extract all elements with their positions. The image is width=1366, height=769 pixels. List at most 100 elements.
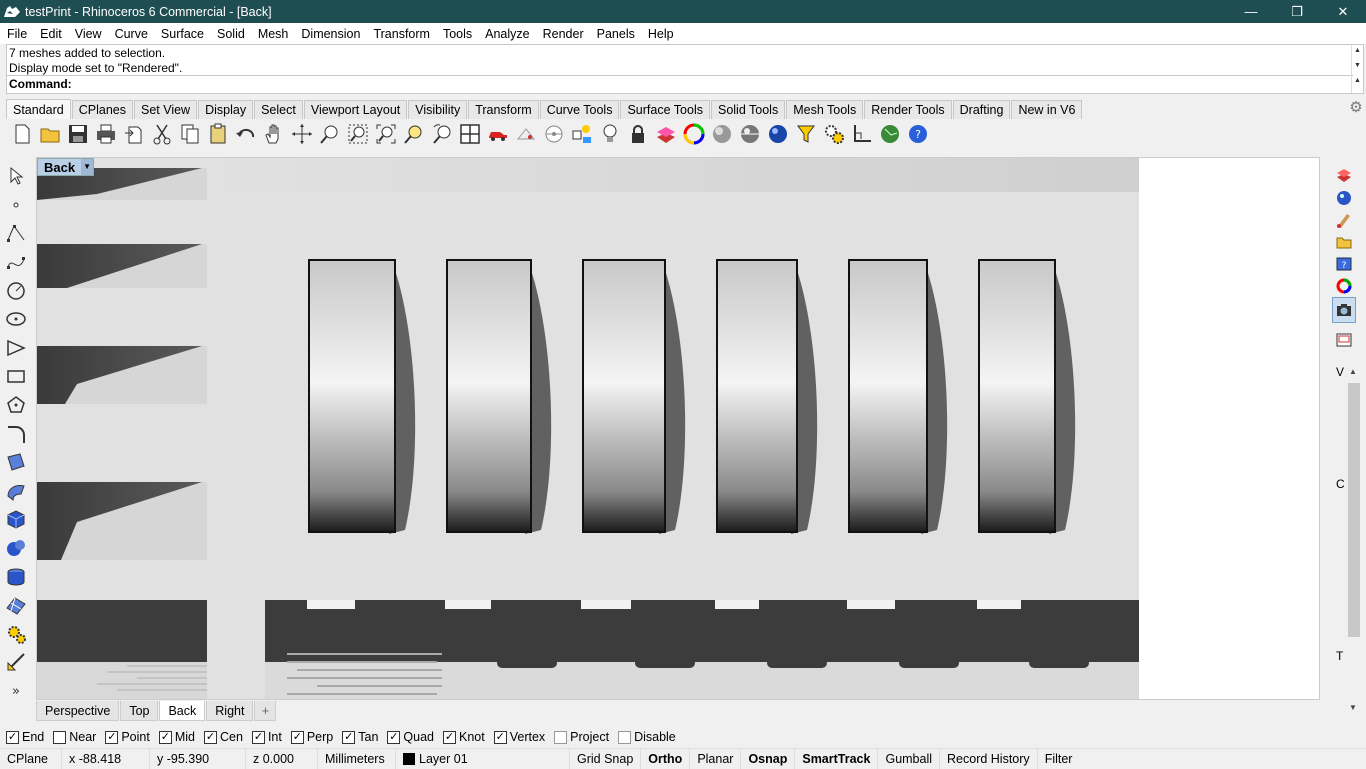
checkbox-checked-icon[interactable]: ✓ (493, 730, 507, 744)
tab-cplanes[interactable]: CPlanes (71, 100, 133, 119)
status-layer[interactable]: Layer 01 (396, 748, 570, 769)
fillet-icon[interactable] (2, 419, 30, 448)
menu-mesh[interactable]: Mesh (251, 27, 295, 41)
status-units[interactable]: Millimeters (318, 748, 396, 769)
osnap-disable[interactable]: Disable (618, 730, 676, 744)
status-cplane[interactable]: CPlane (0, 748, 62, 769)
arc-icon[interactable] (2, 334, 30, 363)
back-viewport[interactable]: Back ▼ (36, 157, 1320, 700)
surface-icon[interactable] (2, 448, 30, 477)
tab-set-view[interactable]: Set View (133, 100, 198, 119)
boolean-icon[interactable] (2, 534, 30, 563)
save-icon[interactable] (64, 120, 92, 148)
tab-transform[interactable]: Transform (468, 100, 539, 119)
blue-sphere-icon[interactable] (764, 120, 792, 148)
rotate-view-icon[interactable] (288, 120, 316, 148)
layers-folder-icon[interactable] (1332, 231, 1356, 253)
restore-button[interactable]: ❐ (1274, 0, 1320, 23)
extrude-icon[interactable] (2, 477, 30, 506)
zoom-window-icon[interactable] (344, 120, 372, 148)
menu-solid[interactable]: Solid (210, 27, 251, 41)
gear-icon[interactable]: ⚙ (1348, 100, 1364, 116)
new-file-icon[interactable] (8, 120, 36, 148)
viewport-tab-top[interactable]: Top (120, 701, 159, 721)
close-button[interactable]: ✕ (1320, 0, 1366, 23)
tab-solid-tools[interactable]: Solid Tools (710, 100, 786, 119)
menu-curve[interactable]: Curve (108, 27, 154, 41)
dimension-icon[interactable] (2, 648, 30, 677)
mesh-icon[interactable] (2, 591, 30, 620)
command-input[interactable] (79, 76, 1339, 92)
lock-icon[interactable] (624, 120, 652, 148)
scroll-down-icon[interactable]: ▼ (1354, 62, 1361, 69)
zoom-selected-icon[interactable] (400, 120, 428, 148)
osnap-mid[interactable]: ✓ Mid (158, 730, 195, 744)
checkbox-unchecked-icon[interactable] (554, 730, 568, 744)
box-icon[interactable] (2, 505, 30, 534)
menu-help[interactable]: Help (641, 27, 680, 41)
osnap-vertex[interactable]: ✓ Vertex (493, 730, 545, 744)
checkbox-unchecked-icon[interactable] (618, 730, 632, 744)
scroll-up-icon[interactable]: ▲ (1349, 367, 1357, 376)
more-tools-icon[interactable]: » (2, 677, 30, 706)
ortho-toggle[interactable]: Ortho (641, 748, 691, 769)
command-history-scrollbar[interactable]: ▲ ▼ ▲ (1351, 45, 1363, 93)
tab-new-in-v6[interactable]: New in V6 (1011, 100, 1083, 119)
osnap-int[interactable]: ✓ Int (251, 730, 282, 744)
scroll-up-icon[interactable]: ▲ (1354, 47, 1361, 54)
tab-select[interactable]: Select (254, 100, 303, 119)
viewport-title[interactable]: Back ▼ (37, 158, 95, 176)
shaded-sphere-icon[interactable] (708, 120, 736, 148)
osnap-cen[interactable]: ✓ Cen (204, 730, 243, 744)
osnap-tan[interactable]: ✓ Tan (342, 730, 378, 744)
checkbox-checked-icon[interactable]: ✓ (158, 730, 172, 744)
render-globe-icon[interactable] (876, 120, 904, 148)
options-gears-icon[interactable] (820, 120, 848, 148)
checkbox-unchecked-icon[interactable] (53, 730, 67, 744)
layer-icon[interactable] (652, 120, 680, 148)
tab-mesh-tools[interactable]: Mesh Tools (786, 100, 864, 119)
planar-toggle[interactable]: Planar (690, 748, 742, 769)
viewport-tab-perspective[interactable]: Perspective (36, 701, 120, 721)
scroll-thumb[interactable] (1348, 383, 1360, 637)
gumball-toggle[interactable]: Gumball (878, 748, 941, 769)
osnap-quad[interactable]: ✓ Quad (387, 730, 434, 744)
checkbox-checked-icon[interactable]: ✓ (290, 730, 304, 744)
viewport-menu-dropdown-icon[interactable]: ▼ (81, 159, 94, 175)
undo-icon[interactable] (232, 120, 260, 148)
osnap-point[interactable]: ✓ Point (105, 730, 150, 744)
paint-icon[interactable] (1332, 209, 1356, 231)
four-viewports-icon[interactable] (456, 120, 484, 148)
osnap-perp[interactable]: ✓ Perp (290, 730, 333, 744)
transform-gears-icon[interactable] (2, 620, 30, 649)
capture-icon[interactable] (1332, 327, 1356, 353)
color-wheel-icon[interactable] (680, 120, 708, 148)
add-viewport-tab-button[interactable]: + (254, 701, 277, 721)
copy-icon[interactable] (176, 120, 204, 148)
point-icon[interactable] (2, 191, 30, 220)
print-icon[interactable] (92, 120, 120, 148)
menu-analyze[interactable]: Analyze (478, 27, 535, 41)
import-icon[interactable] (120, 120, 148, 148)
render-materials-icon[interactable] (1332, 187, 1356, 209)
polygon-icon[interactable] (2, 391, 30, 420)
scroll-down-icon[interactable]: ▼ (1349, 703, 1357, 712)
select-arrow-icon[interactable] (2, 162, 30, 191)
tab-viewport-layout[interactable]: Viewport Layout (303, 100, 408, 119)
rendered-scene[interactable] (37, 158, 1139, 699)
record-history-toggle[interactable]: Record History (940, 748, 1038, 769)
gumball-icon[interactable] (848, 120, 876, 148)
tab-surface-tools[interactable]: Surface Tools (620, 100, 710, 119)
osnap-knot[interactable]: ✓ Knot (443, 730, 485, 744)
select-filter-icon[interactable] (792, 120, 820, 148)
filter-toggle[interactable]: Filter (1038, 749, 1080, 769)
paste-icon[interactable] (204, 120, 232, 148)
checkbox-checked-icon[interactable]: ✓ (342, 730, 356, 744)
checkbox-checked-icon[interactable]: ✓ (6, 730, 19, 744)
cplane-icon[interactable] (540, 120, 568, 148)
circle-icon[interactable] (2, 276, 30, 305)
ellipse-icon[interactable] (2, 305, 30, 334)
zoom-extents-icon[interactable] (372, 120, 400, 148)
tab-visibility[interactable]: Visibility (408, 100, 468, 119)
viewport-name[interactable]: Back (38, 160, 81, 175)
